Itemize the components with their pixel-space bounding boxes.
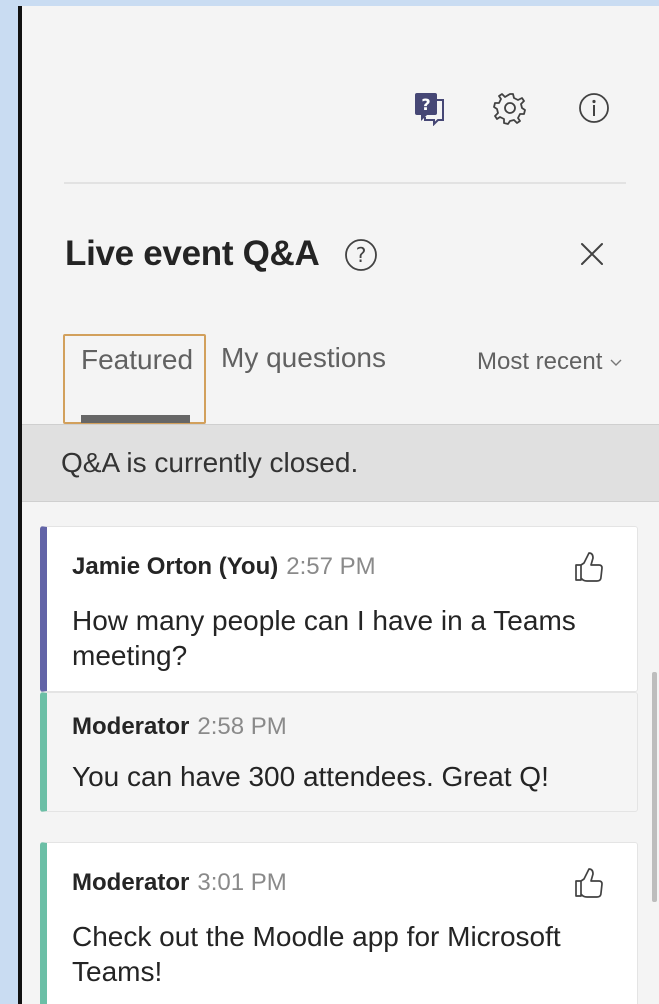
qa-panel: ? Live event Q&A ? Featured My questions… bbox=[22, 6, 659, 1004]
panel-toolbar: ? bbox=[22, 88, 659, 128]
message-text: You can have 300 attendees. Great Q! bbox=[72, 761, 549, 792]
message-author: Moderator bbox=[72, 713, 190, 740]
tab-my-questions[interactable]: My questions bbox=[221, 342, 386, 374]
svg-text:?: ? bbox=[356, 243, 367, 267]
status-banner: Q&A is currently closed. bbox=[22, 424, 659, 502]
page-title: Live event Q&A bbox=[65, 234, 320, 273]
close-icon[interactable] bbox=[576, 238, 608, 270]
message-meta: Moderator 2:58 PM bbox=[72, 713, 287, 741]
message-author: Jamie Orton (You) bbox=[72, 553, 279, 580]
question-card: Moderator 3:01 PM Check out the Moodle ap… bbox=[40, 842, 638, 1004]
info-icon[interactable] bbox=[574, 88, 614, 128]
chevron-down-icon bbox=[610, 359, 622, 366]
like-icon[interactable] bbox=[571, 549, 607, 585]
reply-card: Moderator 2:58 PM You can have 300 attend… bbox=[40, 692, 638, 812]
message-time: 2:57 PM bbox=[286, 553, 376, 580]
qa-icon[interactable]: ? bbox=[409, 88, 449, 128]
status-banner-text: Q&A is currently closed. bbox=[61, 447, 359, 478]
message-meta: Jamie Orton (You) 2:57 PM bbox=[72, 553, 376, 581]
sort-dropdown-label: Most recent bbox=[477, 348, 603, 375]
tab-featured[interactable]: Featured bbox=[63, 334, 206, 424]
help-icon[interactable]: ? bbox=[344, 238, 378, 272]
message-time: 2:58 PM bbox=[197, 713, 287, 740]
message-time: 3:01 PM bbox=[197, 869, 287, 896]
message-meta: Moderator 3:01 PM bbox=[72, 869, 287, 897]
like-icon[interactable] bbox=[571, 865, 607, 901]
scrollbar-thumb[interactable] bbox=[652, 672, 657, 902]
question-card: Jamie Orton (You) 2:57 PM How many people… bbox=[40, 526, 638, 692]
sort-dropdown[interactable]: Most recent bbox=[477, 348, 622, 376]
svg-text:?: ? bbox=[421, 95, 430, 114]
window-frame-left bbox=[0, 0, 18, 1004]
message-text: Check out the Moodle app for Microsoft T… bbox=[72, 921, 561, 987]
toolbar-divider bbox=[64, 182, 626, 184]
gear-icon[interactable] bbox=[490, 88, 530, 128]
message-author: Moderator bbox=[72, 869, 190, 896]
tab-featured-label: Featured bbox=[81, 344, 194, 375]
message-text: How many people can I have in a Teams me… bbox=[72, 605, 576, 671]
tab-active-indicator bbox=[81, 415, 190, 423]
